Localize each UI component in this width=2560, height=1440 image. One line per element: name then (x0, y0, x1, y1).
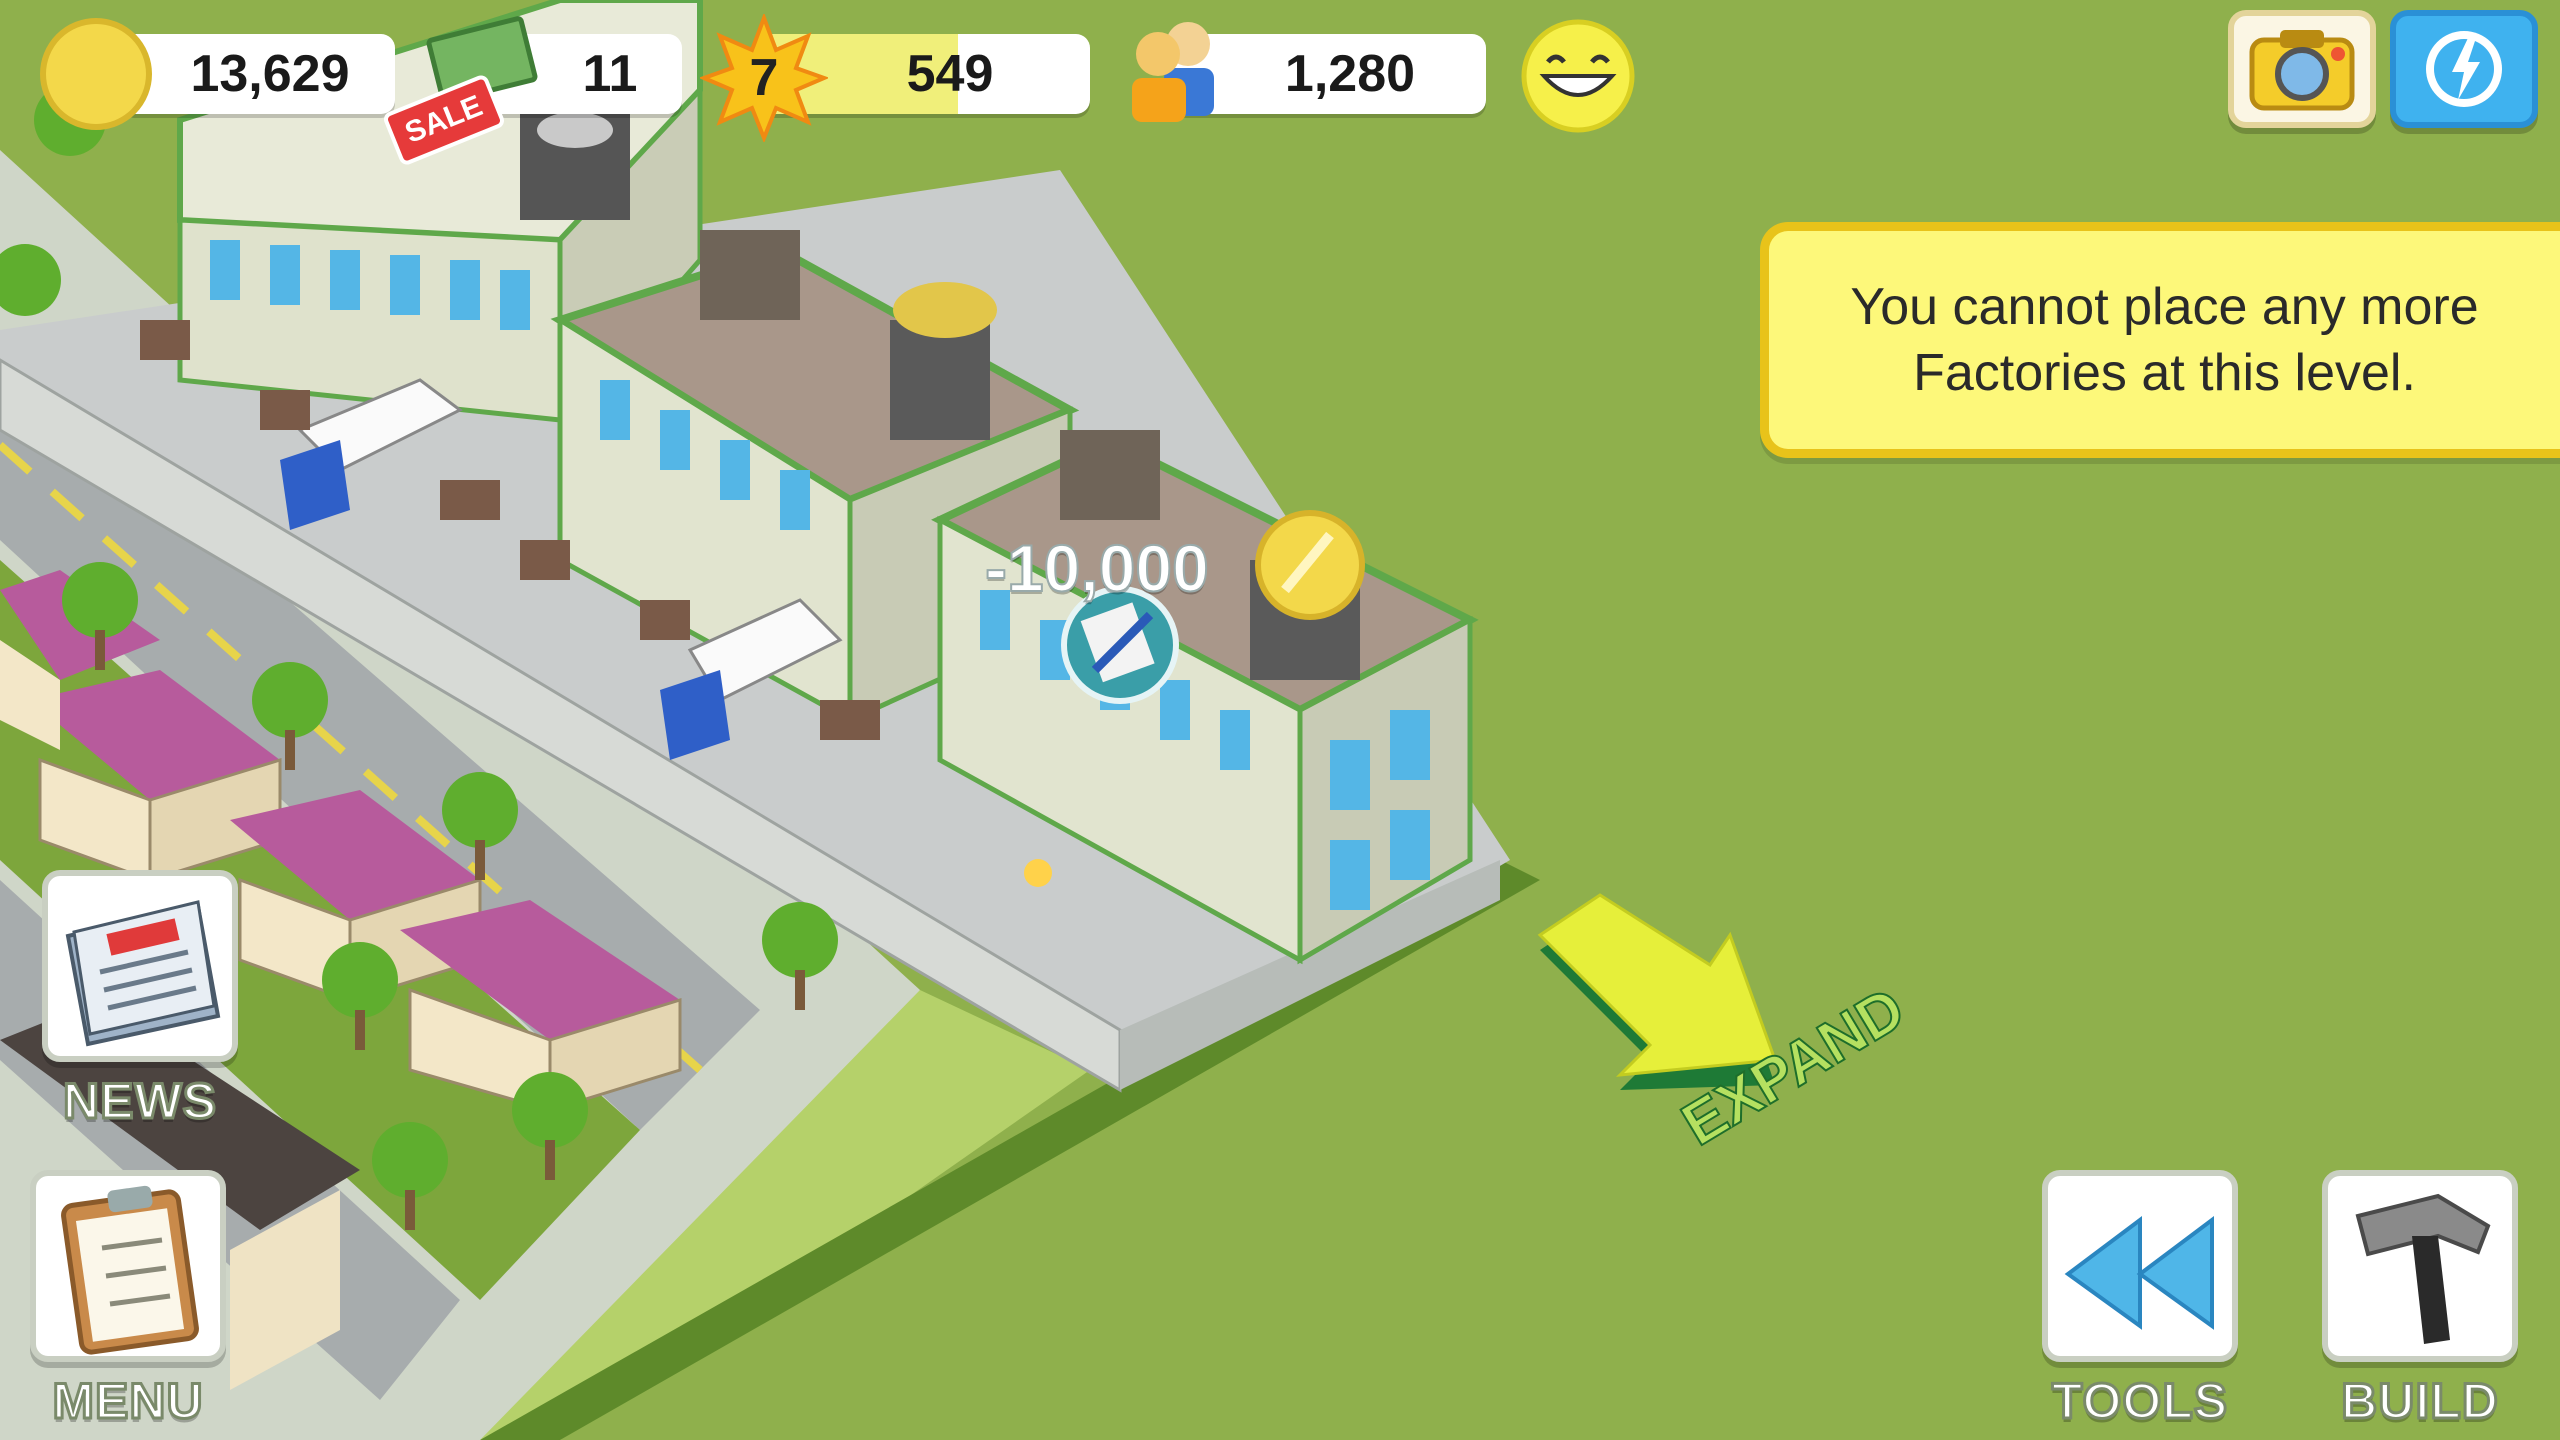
news-button[interactable] (42, 870, 238, 1062)
tools-label: TOOLS (2050, 1372, 2229, 1431)
clipboard-icon (61, 1185, 199, 1355)
coin-reward-icon (1255, 510, 1365, 620)
notice-line-1: You cannot place any more (1850, 278, 2479, 336)
tools-button[interactable] (2042, 1170, 2238, 1362)
news-label: NEWS (62, 1072, 218, 1131)
xp-value: 549 (906, 45, 994, 103)
rewind-icon (2064, 1216, 2214, 1330)
newspaper-icon (65, 900, 221, 1047)
hammer-icon (2355, 1193, 2491, 1344)
smiley-icon[interactable] (1520, 18, 1636, 134)
cash-value: 11 (582, 45, 638, 103)
notice-line-2: Factories at this level. (1913, 344, 2416, 402)
camera-button[interactable] (2228, 10, 2376, 128)
level-star-icon: 7 (698, 12, 830, 144)
coin-icon (40, 18, 152, 130)
population-icon (1118, 16, 1228, 126)
boost-button[interactable] (2390, 10, 2538, 128)
coins-counter[interactable]: 13,629 (120, 34, 395, 114)
camera-icon (2249, 30, 2355, 111)
build-label: BUILD (2340, 1372, 2500, 1431)
notice-popup: You cannot place any more Factories at t… (1760, 222, 2560, 458)
cost-popup: -10,000 (984, 530, 1210, 606)
menu-button[interactable] (30, 1170, 226, 1362)
build-button[interactable] (2322, 1170, 2518, 1362)
population-value: 1,280 (1284, 45, 1416, 103)
lightning-icon (2426, 31, 2502, 107)
coins-value: 13,629 (190, 45, 350, 103)
menu-label: MENU (51, 1372, 204, 1431)
level-value: 7 (749, 49, 779, 107)
